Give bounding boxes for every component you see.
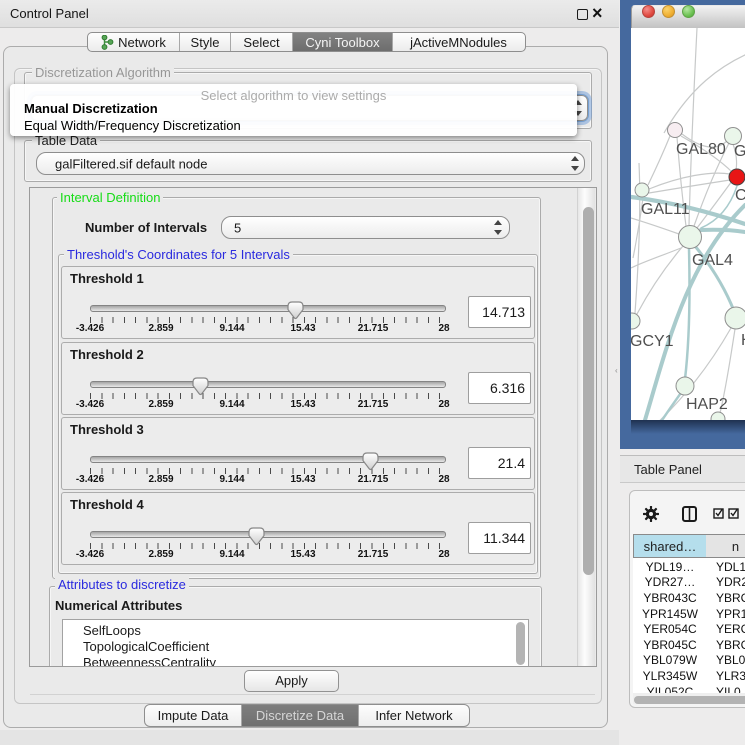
svg-text:HAP2: HAP2 [686,396,728,413]
svg-text:H: H [741,332,745,349]
svg-text:GCY1: GCY1 [631,333,674,350]
svg-text:C: C [735,187,745,204]
svg-text:GAL11: GAL11 [641,201,690,218]
svg-text:GAL80: GAL80 [676,141,726,158]
svg-text:GA: GA [734,143,745,160]
svg-text:GAL4: GAL4 [692,252,733,269]
